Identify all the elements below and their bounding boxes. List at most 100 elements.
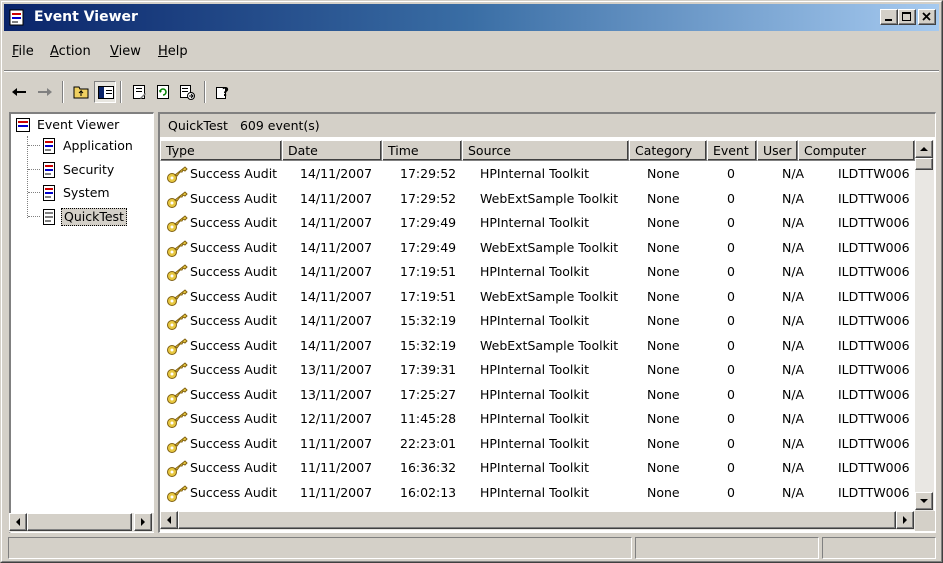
status-panel-middle	[635, 537, 819, 559]
up-one-level-button[interactable]	[70, 81, 92, 103]
tree-item-label-selected: QuickTest	[61, 208, 127, 226]
cell-event: 0	[727, 166, 735, 181]
cell-date: 14/11/2007	[300, 215, 373, 230]
close-button[interactable]	[918, 9, 936, 25]
key-icon	[167, 411, 188, 428]
menu-view-accel: V	[110, 44, 119, 59]
properties-button[interactable]	[128, 81, 150, 103]
table-row[interactable]: Success Audit 14/11/2007 17:29:52 HPInterna…	[160, 162, 915, 187]
cell-user: N/A	[782, 337, 805, 353]
help-button[interactable]: ?	[212, 81, 234, 103]
toolbar-separator	[62, 81, 64, 103]
table-row[interactable]: Success Audit 11/11/2007 22:23:01 HPInterna…	[160, 432, 915, 457]
column-header-date[interactable]: Date	[282, 140, 382, 161]
table-row[interactable]: Success Audit 14/11/2007 15:32:19 HPInterna…	[160, 309, 915, 334]
up-folder-icon	[73, 86, 89, 99]
scroll-right-button[interactable]	[134, 513, 152, 531]
cell-time: 17:29:52	[400, 190, 457, 206]
table-row[interactable]: Success Audit 14/11/2007 17:19:51 WebExtSam…	[160, 285, 915, 310]
menu-view[interactable]: View	[104, 41, 147, 63]
cell-type: Success Audit	[190, 337, 278, 353]
cell-time: 16:36:32	[400, 460, 457, 475]
arrow-right-icon	[141, 518, 145, 526]
log-book-icon	[43, 209, 55, 225]
cell-computer: ILDTTW006	[838, 337, 910, 353]
cell-time: 15:32:19	[400, 313, 457, 328]
cell-source: HPInternal Toolkit	[480, 460, 589, 475]
tree-connector	[28, 145, 40, 146]
cell-user: N/A	[782, 313, 805, 328]
scroll-right-button[interactable]	[896, 511, 914, 529]
table-row[interactable]: Success Audit 12/11/2007 11:45:28 HPInterna…	[160, 407, 915, 432]
cell-user: N/A	[782, 460, 805, 475]
back-button[interactable]	[8, 81, 30, 103]
cell-date: 12/11/2007	[300, 411, 373, 426]
tree-item-label: System	[63, 185, 110, 200]
cell-time: 17:19:51	[400, 264, 457, 279]
cell-category: None	[647, 435, 680, 451]
tree-horizontal-scrollbar[interactable]	[9, 513, 154, 532]
menu-bar: File Action View Help	[4, 41, 939, 63]
minimize-icon	[885, 19, 892, 21]
cell-date: 14/11/2007	[300, 190, 373, 206]
cell-computer: ILDTTW006	[838, 288, 910, 304]
column-header-type[interactable]: Type	[160, 140, 282, 161]
cell-date: 11/11/2007	[300, 435, 373, 451]
tree-item-label: Event Viewer	[37, 117, 120, 132]
cell-time: 17:19:51	[400, 288, 457, 304]
event-viewer-icon	[9, 9, 24, 26]
list-vertical-scrollbar[interactable]	[915, 140, 934, 511]
scroll-thumb[interactable]	[915, 158, 933, 170]
table-row[interactable]: Success Audit 14/11/2007 17:29:49 WebExtSam…	[160, 236, 915, 261]
cell-time: 17:29:49	[400, 215, 457, 230]
forward-button[interactable]	[34, 81, 56, 103]
column-header-source[interactable]: Source	[462, 140, 629, 161]
scroll-up-button[interactable]	[915, 140, 933, 158]
console-tree[interactable]: Event Viewer Application Security System…	[9, 112, 154, 533]
menu-action[interactable]: Action	[44, 41, 97, 63]
table-row[interactable]: Success Audit 11/11/2007 16:36:32 HPInterna…	[160, 456, 915, 481]
table-row[interactable]: Success Audit 14/11/2007 17:19:51 HPInterna…	[160, 260, 915, 285]
export-list-button[interactable]	[176, 81, 198, 103]
column-header-computer[interactable]: Computer	[798, 140, 915, 161]
list-horizontal-scrollbar[interactable]	[160, 511, 935, 530]
cell-computer: ILDTTW006	[838, 386, 910, 402]
table-row[interactable]: Success Audit 14/11/2007 17:29:49 HPInterna…	[160, 211, 915, 236]
cell-category: None	[647, 362, 680, 377]
refresh-button[interactable]	[152, 81, 174, 103]
cell-source: WebExtSample Toolkit	[480, 337, 619, 353]
scroll-thumb[interactable]	[178, 511, 896, 529]
scroll-thumb[interactable]	[27, 513, 132, 531]
cell-user: N/A	[782, 288, 805, 304]
column-header-category[interactable]: Category	[629, 140, 707, 161]
forward-arrow-icon	[38, 88, 52, 96]
column-header-event[interactable]: Event	[707, 140, 757, 161]
cell-category: None	[647, 460, 680, 475]
log-name: QuickTest	[168, 118, 228, 133]
table-row[interactable]: Success Audit 14/11/2007 15:32:19 WebExtSam…	[160, 334, 915, 359]
toolbar-separator	[204, 81, 206, 103]
cell-type: Success Audit	[190, 288, 278, 304]
show-hide-tree-button[interactable]	[94, 81, 116, 103]
minimize-button[interactable]	[880, 9, 898, 25]
menu-help[interactable]: Help	[152, 41, 194, 63]
event-count: 609 event(s)	[239, 118, 320, 133]
table-row[interactable]: Success Audit 14/11/2007 17:29:52 WebExtSam…	[160, 187, 915, 212]
cell-user: N/A	[782, 190, 805, 206]
column-header-user[interactable]: User	[757, 140, 798, 161]
cell-type: Success Audit	[190, 166, 278, 181]
title-bar[interactable]: Event Viewer	[4, 4, 939, 31]
maximize-button[interactable]	[898, 9, 916, 25]
table-row[interactable]: Success Audit 13/11/2007 17:25:27 HPInterna…	[160, 383, 915, 408]
cell-time: 17:29:49	[400, 239, 457, 255]
cell-date: 13/11/2007	[300, 386, 373, 402]
table-row[interactable]: Success Audit 13/11/2007 17:39:31 HPInterna…	[160, 358, 915, 383]
scroll-left-button[interactable]	[160, 511, 178, 529]
cell-computer: ILDTTW006	[838, 264, 910, 279]
scroll-down-button[interactable]	[915, 492, 933, 510]
tree-item-label: Application	[63, 138, 133, 153]
menu-file[interactable]: File	[6, 41, 40, 63]
scroll-left-button[interactable]	[9, 513, 27, 531]
table-row[interactable]: Success Audit 11/11/2007 16:02:13 HPInterna…	[160, 481, 915, 506]
column-header-time[interactable]: Time	[382, 140, 462, 161]
